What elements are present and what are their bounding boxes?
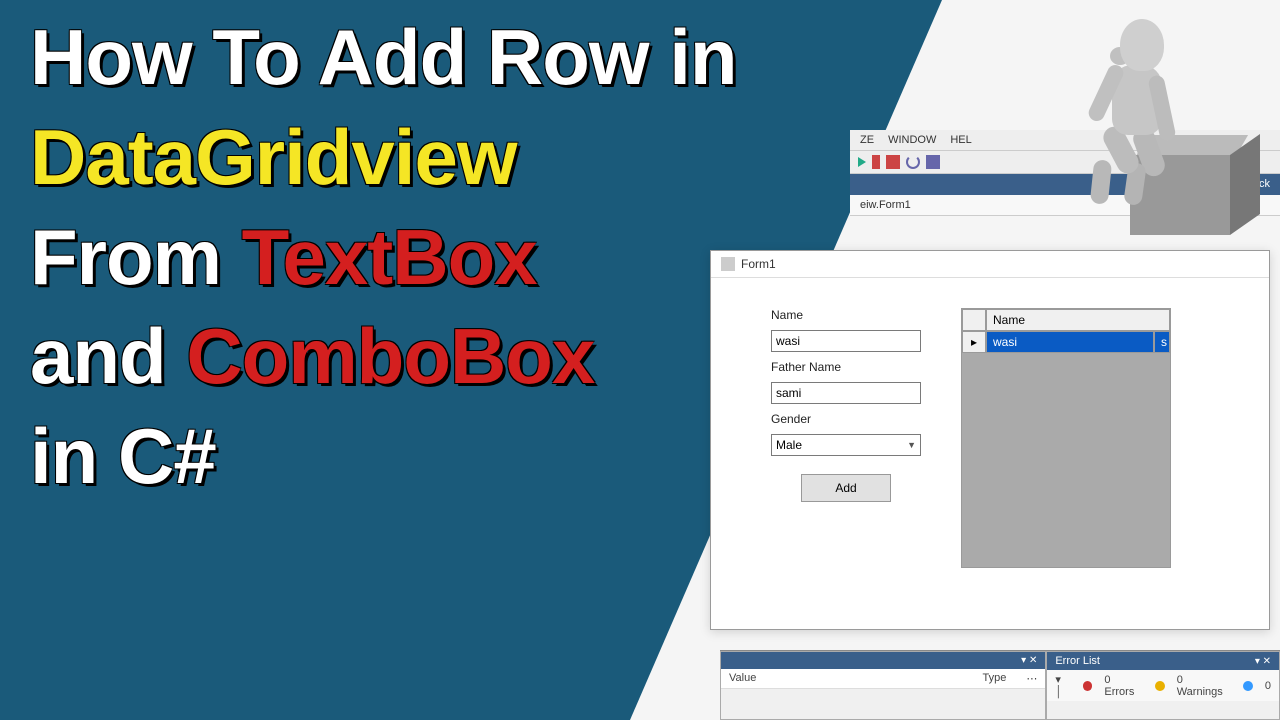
errors-count[interactable]: 0 Errors [1104, 674, 1142, 698]
mannequin [1050, 5, 1200, 195]
father-name-input[interactable] [771, 382, 921, 404]
watch-col-value: Value [729, 672, 962, 685]
form1-window: Form1 Name Father Name Gender Male ▼ Add… [710, 250, 1270, 630]
gender-label: Gender [771, 412, 921, 426]
title-line-1: How To Add Row in [30, 8, 737, 108]
title-line-2: DataGridview [30, 108, 737, 208]
watch-panel-title[interactable]: ▾ ✕ [721, 652, 1045, 669]
messages-count[interactable]: 0 [1265, 680, 1271, 692]
watch-more-icon[interactable]: ⋯ [1026, 672, 1037, 685]
error-icon [1083, 681, 1093, 691]
error-list-title[interactable]: Error List ▾ ✕ [1047, 652, 1279, 670]
row-indicator: ▸ [962, 331, 986, 353]
title-line-5: in C# [30, 407, 737, 507]
row-header-corner [962, 309, 986, 331]
message-icon [1243, 681, 1253, 691]
menu-item-window[interactable]: WINDOW [888, 134, 936, 146]
pause-icon[interactable] [872, 155, 880, 169]
form1-title: Form1 [741, 257, 776, 271]
form1-titlebar[interactable]: Form1 [711, 251, 1269, 278]
name-input[interactable] [771, 330, 921, 352]
watch-columns: Value Type ⋯ [721, 669, 1045, 689]
title-line-3: From TextBox [30, 208, 737, 308]
restart-icon[interactable] [906, 155, 920, 169]
datagridview[interactable]: Name ▸ wasi s [961, 308, 1171, 568]
cell-name[interactable]: wasi [986, 331, 1154, 353]
thumbnail-title: How To Add Row in DataGridview From Text… [30, 8, 737, 507]
add-button[interactable]: Add [801, 474, 891, 502]
play-icon[interactable] [858, 157, 866, 167]
warning-icon [1155, 681, 1165, 691]
watch-panel: ▾ ✕ Value Type ⋯ [720, 651, 1046, 720]
error-list-panel: Error List ▾ ✕ ▾ │ 0 Errors 0 Warnings 0 [1046, 651, 1280, 720]
watch-col-type: Type [982, 672, 1006, 685]
column-header-name[interactable]: Name [986, 309, 1170, 331]
step-icon[interactable] [926, 155, 940, 169]
title-line-4: and ComboBox [30, 307, 737, 407]
thinker-figurine [1040, 5, 1260, 235]
chevron-down-icon: ▼ [907, 440, 916, 450]
datagrid-header: Name [962, 309, 1170, 331]
form-inputs-panel: Name Father Name Gender Male ▼ Add [771, 308, 921, 568]
menu-item[interactable]: ZE [860, 134, 874, 146]
stop-icon[interactable] [886, 155, 900, 169]
warnings-count[interactable]: 0 Warnings [1177, 674, 1231, 698]
gender-selected-value: Male [776, 438, 802, 452]
cell-edge: s [1154, 331, 1170, 353]
father-name-label: Father Name [771, 360, 921, 374]
filter-dropdown-icon[interactable]: ▾ │ [1055, 673, 1070, 698]
gender-combobox[interactable]: Male ▼ [771, 434, 921, 456]
error-filters: ▾ │ 0 Errors 0 Warnings 0 [1047, 670, 1279, 701]
pin-icon[interactable]: ▾ ✕ [1255, 656, 1271, 667]
name-label: Name [771, 308, 921, 322]
bottom-tool-windows: ▾ ✕ Value Type ⋯ Error List ▾ ✕ ▾ │ 0 Er… [720, 650, 1280, 720]
menu-item-help[interactable]: HEL [950, 134, 971, 146]
pin-icon[interactable]: ▾ ✕ [1021, 655, 1037, 666]
table-row[interactable]: ▸ wasi s [962, 331, 1170, 353]
